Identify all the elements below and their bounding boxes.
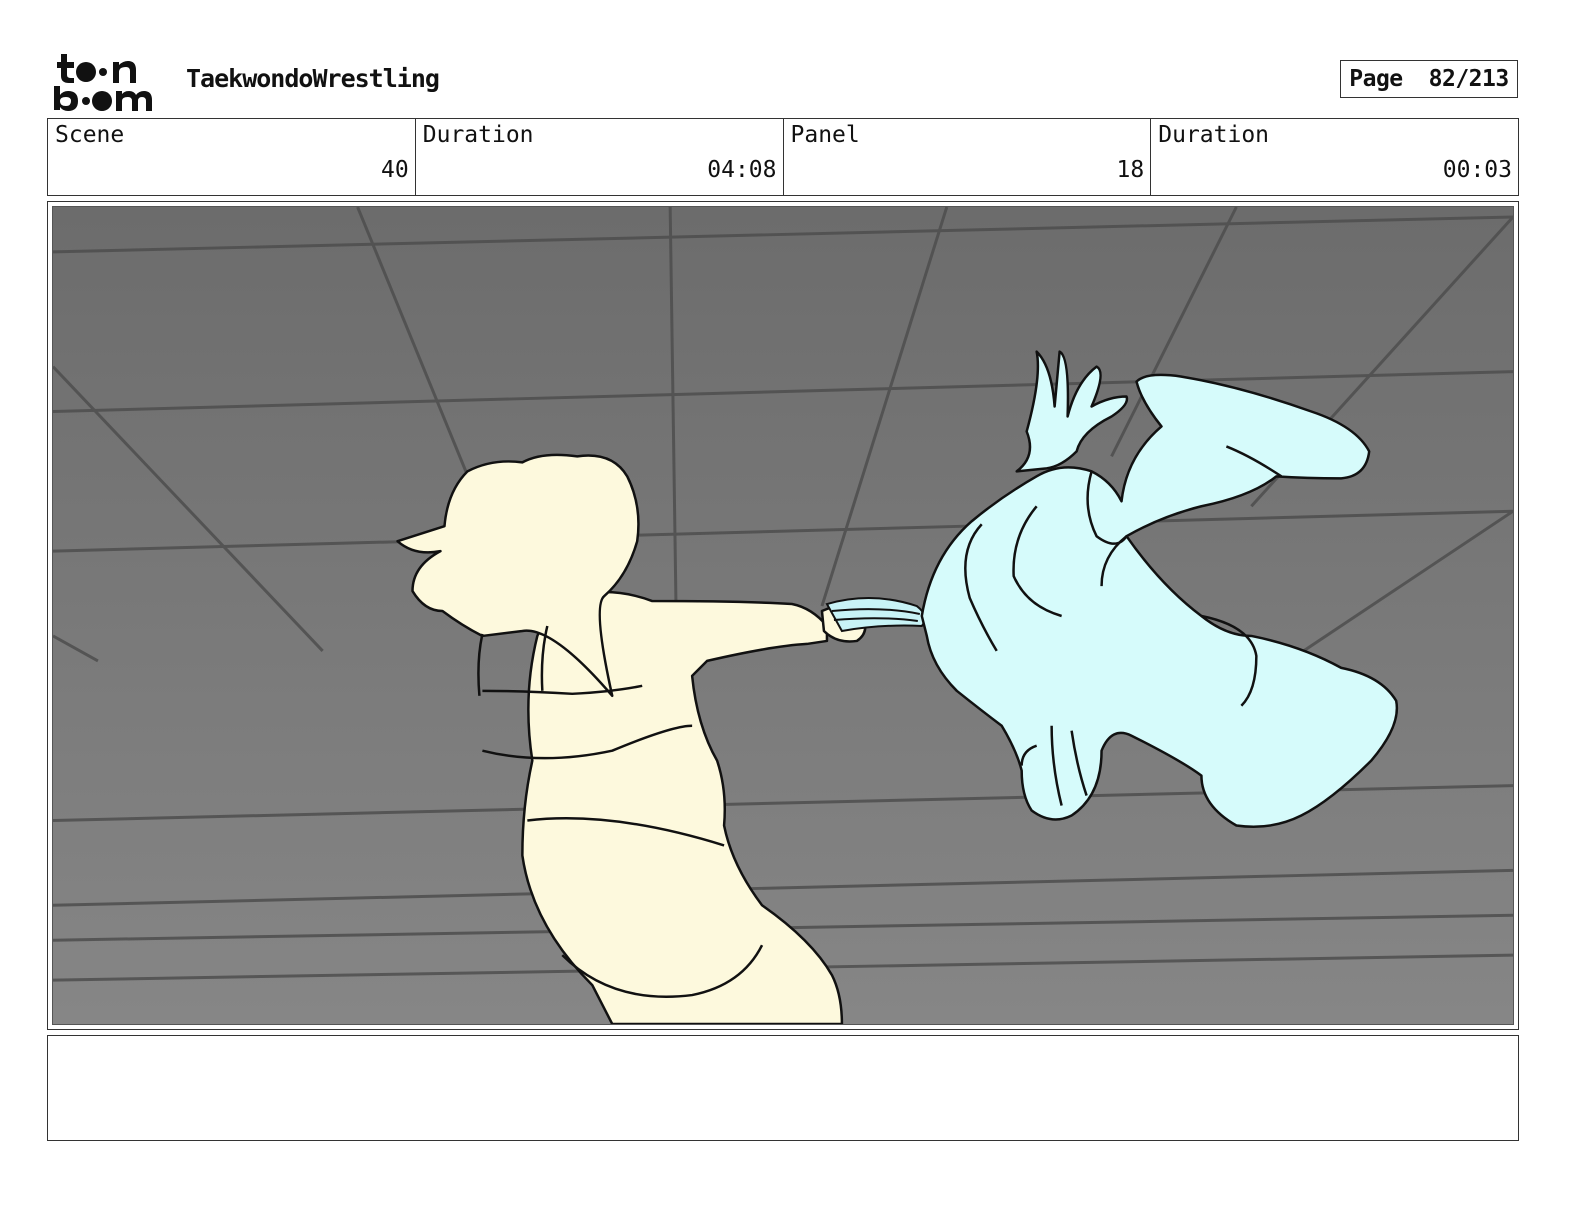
scene-label: Scene bbox=[55, 122, 125, 148]
storyboard-panel-frame bbox=[47, 201, 1519, 1030]
page-number: 82/213 bbox=[1428, 66, 1510, 92]
scene-value: 40 bbox=[381, 157, 409, 183]
project-title: TaekwondoWrestling bbox=[186, 64, 440, 93]
panel-info-row: Scene 40 Duration 04:08 Panel 18 Duratio… bbox=[47, 118, 1519, 196]
scene-duration-cell: Duration 04:08 bbox=[416, 119, 784, 195]
panel-duration-label: Duration bbox=[1158, 122, 1270, 148]
page-indicator: Page 82/213 bbox=[1340, 60, 1518, 98]
page-label: Page bbox=[1349, 66, 1403, 92]
panel-notes-box bbox=[47, 1035, 1519, 1141]
storyboard-panel-image bbox=[52, 206, 1514, 1025]
panel-duration-value: 00:03 bbox=[1442, 157, 1512, 183]
panel-label: Panel bbox=[790, 122, 860, 148]
panel-duration-cell: Duration 00:03 bbox=[1151, 119, 1518, 195]
scene-duration-label: Duration bbox=[422, 122, 534, 148]
scene-duration-value: 04:08 bbox=[707, 157, 777, 183]
stretched-fabric bbox=[825, 597, 926, 633]
scene-cell: Scene 40 bbox=[48, 119, 416, 195]
panel-cell: Panel 18 bbox=[784, 119, 1152, 195]
panel-value: 18 bbox=[1116, 157, 1145, 183]
toon-boom-logo-icon bbox=[54, 54, 152, 111]
